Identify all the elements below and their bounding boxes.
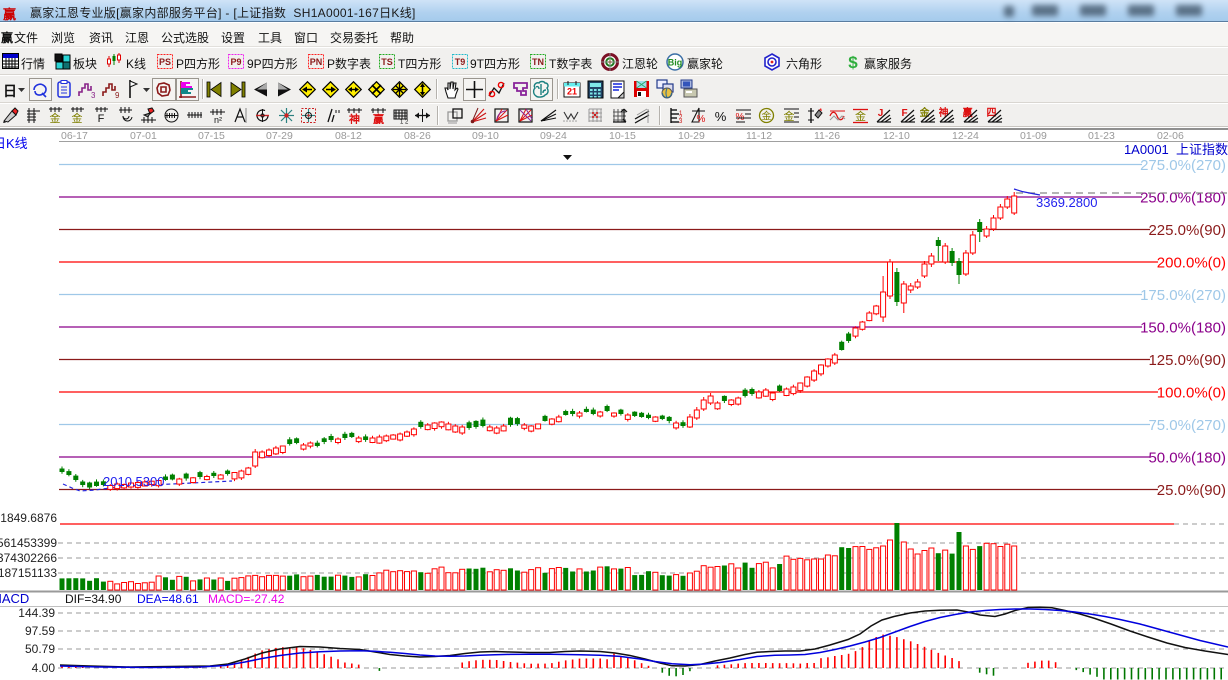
svg-text:50.79: 50.79 bbox=[25, 642, 55, 656]
svg-text:07-29: 07-29 bbox=[266, 130, 293, 142]
svg-text:1A0001 上证指数: 1A0001 上证指数 bbox=[1124, 142, 1228, 157]
svg-text:02-06: 02-06 bbox=[1157, 130, 1184, 142]
svg-text:75.0%(270): 75.0%(270) bbox=[1148, 417, 1226, 434]
svg-text:12-24: 12-24 bbox=[952, 130, 979, 142]
svg-text:144.39: 144.39 bbox=[18, 606, 55, 620]
svg-text:10-15: 10-15 bbox=[609, 130, 636, 142]
svg-text:150.0%(180): 150.0%(180) bbox=[1140, 320, 1226, 337]
svg-text:50.0%(180): 50.0%(180) bbox=[1148, 450, 1226, 467]
svg-text:08-12: 08-12 bbox=[335, 130, 362, 142]
svg-text:125.0%(90): 125.0%(90) bbox=[1148, 352, 1226, 369]
svg-text:4.00: 4.00 bbox=[32, 661, 56, 675]
svg-text:2010.5300: 2010.5300 bbox=[103, 474, 164, 489]
svg-text:01-09: 01-09 bbox=[1020, 130, 1047, 142]
svg-text:01-23: 01-23 bbox=[1088, 130, 1115, 142]
svg-text:08-26: 08-26 bbox=[404, 130, 431, 142]
svg-text:09-24: 09-24 bbox=[540, 130, 567, 142]
svg-text:07-15: 07-15 bbox=[198, 130, 225, 142]
svg-text:09-10: 09-10 bbox=[472, 130, 499, 142]
svg-text:250.0%(180): 250.0%(180) bbox=[1140, 190, 1226, 207]
svg-text:11-12: 11-12 bbox=[746, 130, 772, 142]
svg-text:97.59: 97.59 bbox=[25, 624, 55, 638]
svg-text:DEA=48.61: DEA=48.61 bbox=[137, 592, 199, 606]
svg-text:1849.6876: 1849.6876 bbox=[0, 511, 57, 525]
svg-text:275.0%(270): 275.0%(270) bbox=[1140, 157, 1226, 174]
svg-text:MACD: MACD bbox=[0, 591, 29, 606]
svg-text:175.0%(270): 175.0%(270) bbox=[1140, 287, 1226, 304]
svg-text:225.0%(90): 225.0%(90) bbox=[1148, 222, 1226, 239]
svg-text:100.0%(0): 100.0%(0) bbox=[1157, 385, 1226, 402]
svg-text:561453399: 561453399 bbox=[0, 536, 57, 550]
svg-text:200.0%(0): 200.0%(0) bbox=[1157, 255, 1226, 272]
svg-text:374302266: 374302266 bbox=[0, 551, 57, 565]
svg-text:DIF=34.90: DIF=34.90 bbox=[65, 592, 122, 606]
svg-text:06-17: 06-17 bbox=[61, 130, 88, 142]
svg-text:3369.2800: 3369.2800 bbox=[1036, 195, 1097, 210]
svg-text:07-01: 07-01 bbox=[130, 130, 157, 142]
svg-text:187151133: 187151133 bbox=[0, 566, 57, 580]
svg-text:MACD=-27.42: MACD=-27.42 bbox=[208, 592, 285, 606]
svg-text:11-26: 11-26 bbox=[814, 130, 840, 142]
svg-text:25.0%(90): 25.0%(90) bbox=[1157, 482, 1226, 499]
svg-text:10-29: 10-29 bbox=[678, 130, 705, 142]
svg-text:12-10: 12-10 bbox=[883, 130, 910, 142]
